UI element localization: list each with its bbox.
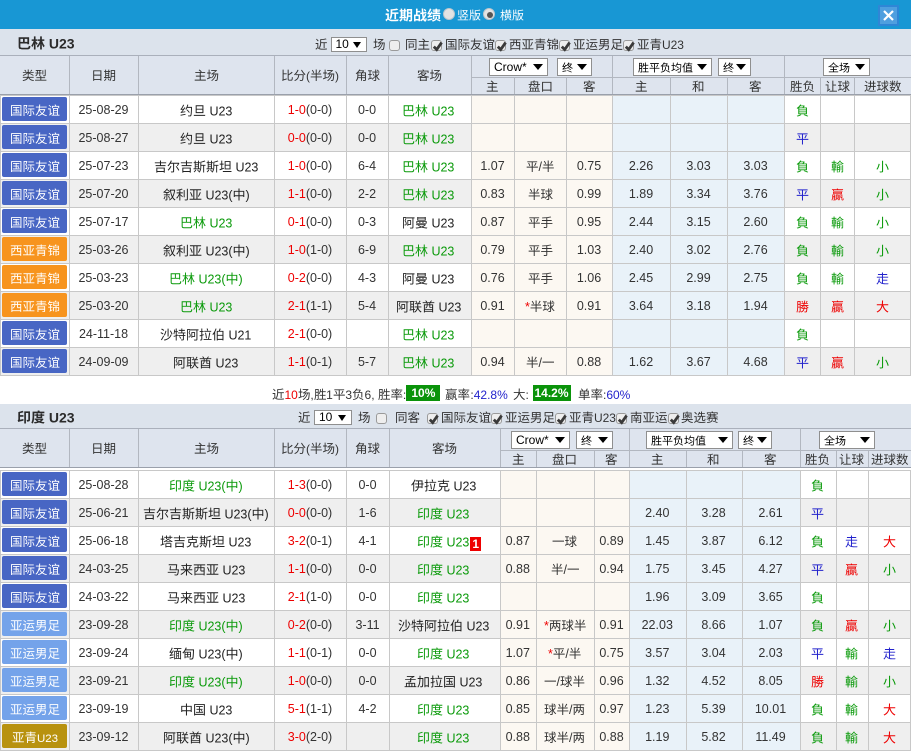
svg-text:U23: U23 bbox=[36, 733, 57, 745]
svg-text:U23(: U23( bbox=[195, 619, 226, 633]
svg-text:U23: U23 bbox=[45, 35, 75, 51]
svg-text:U23(: U23( bbox=[202, 188, 233, 202]
svg-text:*: * bbox=[525, 300, 530, 314]
svg-text:/: / bbox=[565, 647, 569, 661]
svg-text:U23: U23 bbox=[443, 731, 469, 745]
svg-text:U23(: U23( bbox=[195, 647, 226, 661]
svg-text:U23: U23 bbox=[219, 563, 245, 577]
svg-text:U23: U23 bbox=[225, 535, 251, 549]
svg-text:U23(: U23( bbox=[202, 731, 233, 745]
svg-text:*: * bbox=[544, 619, 549, 633]
svg-text:U23: U23 bbox=[428, 244, 454, 258]
svg-text:/: / bbox=[563, 563, 567, 577]
svg-text:): ) bbox=[245, 188, 249, 202]
svg-text:U23(: U23( bbox=[221, 507, 252, 521]
svg-text:U23: U23 bbox=[435, 300, 461, 314]
svg-text:): ) bbox=[239, 479, 243, 493]
svg-text:U23: U23 bbox=[593, 411, 615, 425]
svg-text:U23: U23 bbox=[206, 132, 232, 146]
svg-text:): ) bbox=[245, 244, 249, 258]
svg-text:U23: U23 bbox=[219, 591, 245, 605]
svg-text:U23: U23 bbox=[428, 328, 454, 342]
svg-text:U23: U23 bbox=[428, 272, 454, 286]
svg-text:U23: U23 bbox=[232, 160, 258, 174]
svg-text:U23: U23 bbox=[206, 104, 232, 118]
svg-text:): ) bbox=[239, 272, 243, 286]
svg-text:U23: U23 bbox=[443, 591, 469, 605]
svg-text:U23: U23 bbox=[206, 300, 232, 314]
svg-text:): ) bbox=[265, 507, 269, 521]
svg-text:U23: U23 bbox=[206, 216, 232, 230]
svg-text:U23: U23 bbox=[456, 675, 482, 689]
svg-text:U23: U23 bbox=[661, 38, 683, 52]
svg-text:): ) bbox=[245, 731, 249, 745]
svg-text:U23: U23 bbox=[443, 647, 469, 661]
svg-text:U23: U23 bbox=[443, 563, 469, 577]
svg-text:U23: U23 bbox=[428, 104, 454, 118]
svg-text:U23: U23 bbox=[45, 409, 75, 425]
svg-text:/: / bbox=[557, 675, 561, 689]
svg-text:U23: U23 bbox=[212, 356, 238, 370]
svg-text:U23: U23 bbox=[443, 507, 469, 521]
svg-text:U23: U23 bbox=[428, 356, 454, 370]
svg-text:(: ( bbox=[306, 442, 310, 456]
svg-text:): ) bbox=[335, 69, 339, 83]
svg-text:): ) bbox=[239, 619, 243, 633]
svg-text:*: * bbox=[548, 647, 553, 661]
svg-text:/: / bbox=[569, 703, 573, 717]
svg-text:U23: U23 bbox=[206, 703, 232, 717]
svg-text:U23: U23 bbox=[428, 216, 454, 230]
svg-text:): ) bbox=[239, 647, 243, 661]
svg-text:U23: U23 bbox=[443, 535, 469, 549]
svg-text:U23: U23 bbox=[428, 132, 454, 146]
svg-text:U23: U23 bbox=[443, 703, 469, 717]
svg-text:U21: U21 bbox=[225, 328, 251, 342]
svg-text:U23(: U23( bbox=[195, 272, 226, 286]
svg-text:U23(: U23( bbox=[195, 675, 226, 689]
svg-text:U23(: U23( bbox=[195, 479, 226, 493]
svg-text:/: / bbox=[569, 731, 573, 745]
svg-text:U23: U23 bbox=[450, 479, 476, 493]
svg-text:(: ( bbox=[306, 69, 310, 83]
svg-text:U23: U23 bbox=[463, 619, 489, 633]
svg-text:/: / bbox=[538, 356, 542, 370]
svg-text:U23: U23 bbox=[428, 160, 454, 174]
svg-text:U23: U23 bbox=[428, 188, 454, 202]
svg-text:): ) bbox=[239, 675, 243, 689]
svg-text:U23(: U23( bbox=[202, 244, 233, 258]
svg-text:): ) bbox=[335, 442, 339, 456]
svg-text:/: / bbox=[538, 160, 542, 174]
